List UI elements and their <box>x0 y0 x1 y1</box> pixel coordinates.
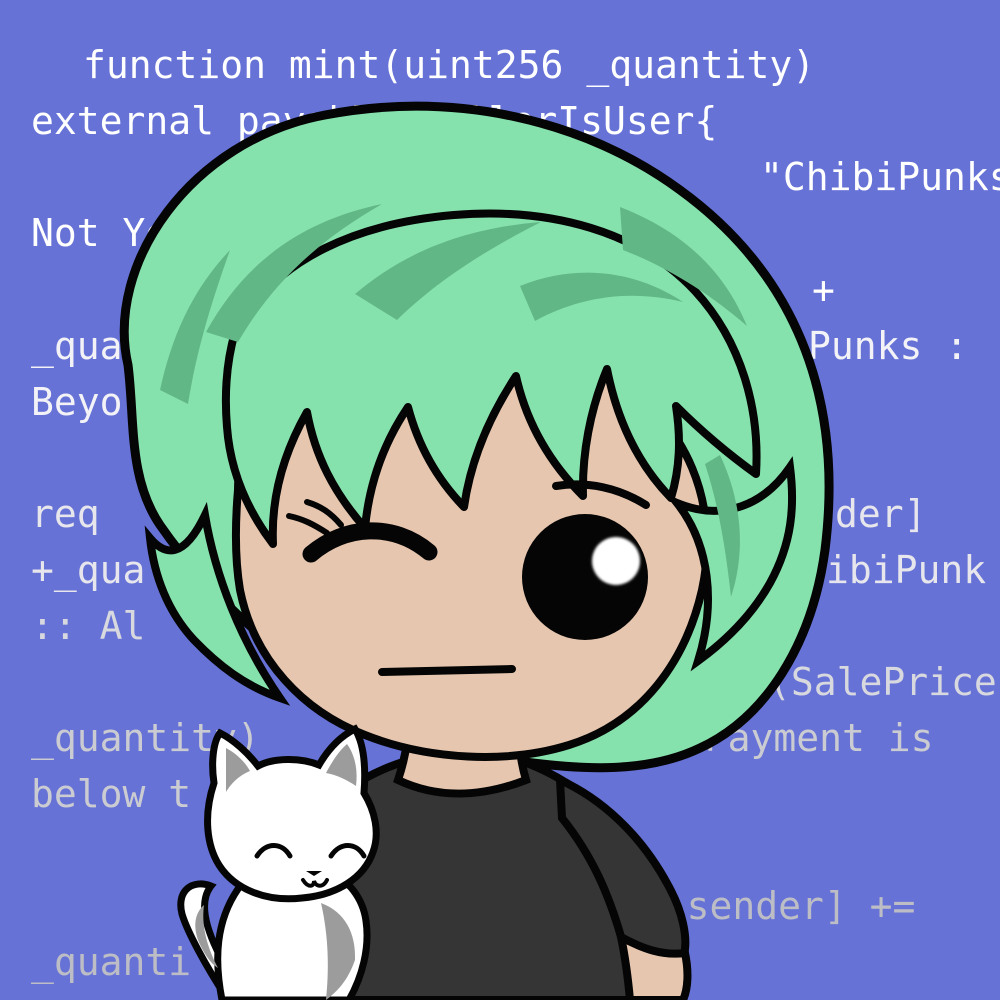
profile-picture-canvas: function mint(uint256 _quantity) externa… <box>0 0 1000 1000</box>
mouth <box>378 665 516 676</box>
chibi-avatar <box>119 101 834 1000</box>
eye-highlight <box>592 537 640 585</box>
